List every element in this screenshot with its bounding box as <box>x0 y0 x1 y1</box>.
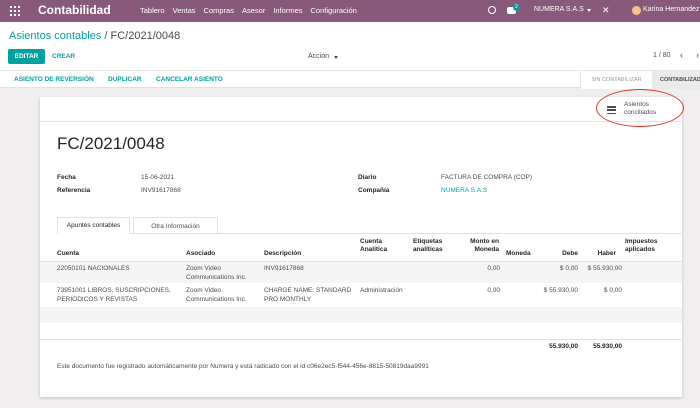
total-haber: 55.930,00 <box>593 343 622 350</box>
col-descripcion[interactable]: Descripción <box>264 250 301 258</box>
col-cuenta[interactable]: Cuenta <box>57 250 79 258</box>
notebook-tabs: Apuntes contables Otra Información <box>57 217 682 234</box>
menu-item-informes[interactable]: Informes <box>273 6 302 15</box>
menu-item-ventas[interactable]: Ventas <box>173 6 196 15</box>
app-brand[interactable]: Contabilidad <box>38 3 111 17</box>
col-moneda[interactable]: Moneda <box>506 250 531 258</box>
tab-apuntes-contables[interactable]: Apuntes contables <box>57 217 130 234</box>
pager-next-button[interactable]: › <box>696 51 699 60</box>
row2-debe: $ 55.930,00 <box>543 287 578 294</box>
row2-cuenta: 73951001 LIBROS, SUSCRIPCIONES, PERIODIC… <box>57 287 171 303</box>
table-row-empty[interactable] <box>40 323 682 339</box>
main-menu: Tablero Ventas Compras Asesor Informes C… <box>140 6 357 15</box>
edit-button[interactable]: EDITAR <box>8 49 45 64</box>
col-debe[interactable]: Debe <box>545 250 578 258</box>
menu-item-tablero[interactable]: Tablero <box>140 6 165 15</box>
highlight-circle <box>596 89 684 127</box>
fecha-value: 15-06-2021 <box>141 174 175 181</box>
diario-value: FACTURA DE COMPRA (COP) <box>441 174 533 181</box>
table-row-empty[interactable] <box>40 307 682 323</box>
total-debe: 55.930,00 <box>549 343 578 350</box>
col-etiquetas[interactable]: Etiquetas analíticas <box>413 238 453 254</box>
compania-value[interactable]: NUMERA S.A.S <box>441 187 487 194</box>
stage-posted[interactable]: CONTABILIZADO <box>652 71 700 89</box>
menu-item-configuracion[interactable]: Configuración <box>311 6 357 15</box>
fecha-label: Fecha <box>57 174 76 181</box>
row2-asociado: Zoom Video Communications Inc. <box>186 287 247 303</box>
apps-menu-icon[interactable] <box>10 6 20 16</box>
debug-tools-icon[interactable]: ✕ <box>602 6 610 15</box>
row1-descripcion: INV91617868 <box>264 265 304 272</box>
col-monto-moneda[interactable]: Monto en Moneda <box>464 238 499 254</box>
avatar[interactable] <box>632 6 641 15</box>
chevron-down-icon <box>587 9 591 12</box>
create-button[interactable]: CREAR <box>52 53 75 60</box>
form-statusbar: ASIENTO DE REVERSIÓN DUPLICAR CANCELAR A… <box>0 70 700 89</box>
col-haber[interactable]: Haber <box>585 250 616 258</box>
col-impuestos[interactable]: Impuestos aplicados <box>625 238 670 254</box>
smart-button-box: Asientos conciliados <box>40 97 682 122</box>
tab-otra-informacion[interactable]: Otra Información <box>133 217 218 234</box>
chat-count-badge: 2 <box>513 4 520 11</box>
action-dropdown[interactable]: Acción <box>308 53 329 60</box>
chevron-down-icon <box>334 56 338 59</box>
clock-icon[interactable] <box>488 6 496 14</box>
breadcrumb: Asientos contables / FC/2021/0048 <box>9 30 180 42</box>
cancel-entry-button[interactable]: CANCELAR ASIENTO <box>156 76 223 83</box>
form-sheet: Asientos conciliados FC/2021/0048 Fecha … <box>40 89 684 397</box>
diario-label: Diario <box>358 174 377 181</box>
reverse-entry-button[interactable]: ASIENTO DE REVERSIÓN <box>14 76 94 83</box>
row2-monto-moneda: 0,00 <box>487 287 500 294</box>
compania-label: Compañía <box>358 187 390 194</box>
referencia-value: INV91617868 <box>141 187 181 194</box>
page-title: FC/2021/0048 <box>57 134 165 153</box>
row2-haber: $ 0,00 <box>603 287 622 294</box>
row1-monto-moneda: 0,00 <box>487 265 500 272</box>
breadcrumb-current: FC/2021/0048 <box>110 30 181 42</box>
row2-cuenta-analitica: Administración <box>360 287 403 294</box>
row2-descripcion: CHARGE NAME: STANDARD PRO MONTHLY <box>264 287 352 303</box>
pager-value[interactable]: 1 / 80 <box>653 52 671 59</box>
menu-item-asesor[interactable]: Asesor <box>242 6 265 15</box>
referencia-label: Referencia <box>57 187 91 194</box>
user-menu[interactable]: Karina Hernandez <box>643 6 699 13</box>
menu-item-compras[interactable]: Compras <box>204 6 234 15</box>
row1-debe: $ 0,00 <box>559 265 578 272</box>
narration-note: Este documento fue registrado automática… <box>57 363 429 370</box>
row1-cuenta: 22050101 NACIONALES <box>57 265 130 272</box>
pager-previous-button[interactable]: ‹ <box>680 51 683 60</box>
stage-draft[interactable]: SIN CONTABILIZAR <box>580 71 652 89</box>
breadcrumb-separator: / <box>101 30 111 42</box>
duplicate-button[interactable]: DUPLICAR <box>108 76 142 83</box>
row1-haber: $ 55.930,00 <box>587 265 622 272</box>
control-panel: Asientos contables / FC/2021/0048 EDITAR… <box>0 22 700 89</box>
col-asociado[interactable]: Asociado <box>186 250 215 258</box>
row1-asociado: Zoom Video Communications Inc. <box>186 265 247 281</box>
breadcrumb-parent[interactable]: Asientos contables <box>9 30 101 42</box>
top-navbar: Contabilidad Tablero Ventas Compras Ases… <box>0 0 700 22</box>
company-switcher[interactable]: NUMERA S.A.S <box>534 6 584 13</box>
table-footer-divider <box>40 339 682 340</box>
col-cuenta-analitica[interactable]: Cuenta Analítica <box>360 238 400 254</box>
